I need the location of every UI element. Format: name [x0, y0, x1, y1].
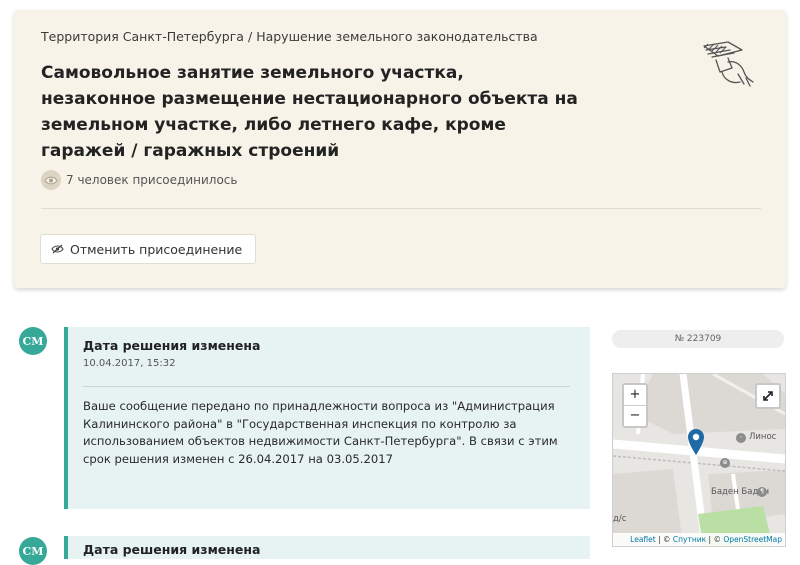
- location-pin-icon[interactable]: [687, 428, 705, 460]
- attribution-separator: | ©: [655, 535, 673, 544]
- issue-title: Самовольное занятие земельного участка, …: [41, 63, 578, 161]
- event-timestamp: 10.04.2017, 15:32: [83, 358, 176, 369]
- unjoin-button-label: Отменить присоединение: [70, 241, 243, 257]
- expand-icon: [762, 387, 774, 406]
- event-title: Дата решения изменена: [83, 542, 261, 557]
- avatar: СМ: [19, 537, 47, 565]
- map-label-cut: д/с: [613, 514, 627, 524]
- eye-icon: [41, 170, 61, 190]
- sputnik-link[interactable]: Спутник: [673, 535, 706, 544]
- joined-count-label: 7 человек присоединилось: [66, 173, 238, 187]
- breadcrumb: Территория Санкт-Петербурга / Нарушение зе…: [41, 29, 538, 44]
- leaflet-link[interactable]: Leaflet: [630, 535, 656, 544]
- land-violation-illustration-icon: [698, 38, 756, 96]
- fullscreen-button[interactable]: [755, 383, 781, 409]
- event-divider: [83, 386, 570, 387]
- map-zoom-control: + −: [622, 383, 648, 428]
- openstreetmap-link[interactable]: OpenStreetMap: [723, 535, 785, 544]
- joined-count: 7 человек присоединилось: [41, 170, 237, 190]
- breadcrumb-category[interactable]: Нарушение земельного законодательства: [256, 29, 537, 44]
- breadcrumb-separator: /: [247, 29, 253, 44]
- zoom-in-button[interactable]: +: [624, 385, 646, 406]
- transit-stop-icon: ⊕: [720, 458, 730, 468]
- metro-icon: ◦: [736, 433, 746, 443]
- attribution-separator: | ©: [706, 535, 724, 544]
- timeline-event: Дата решения изменена 10.04.2017, 15:32 …: [64, 327, 590, 509]
- card-divider: [41, 208, 761, 209]
- location-map[interactable]: + − ⊕ ◦ Линос Баден Баден ¶ д/с Leaflet |…: [612, 373, 786, 547]
- event-message: Ваше сообщение передано по принадлежност…: [83, 399, 558, 466]
- map-attribution: Leaflet | © Спутник | © OpenStreetMap: [613, 533, 785, 546]
- issue-card: Территория Санкт-Петербурга / Нарушение зе…: [14, 10, 786, 288]
- event-title: Дата решения изменена: [83, 338, 261, 353]
- avatar: СМ: [19, 327, 47, 355]
- eye-slash-icon: [51, 242, 64, 257]
- zoom-out-button[interactable]: −: [624, 406, 646, 426]
- map-label-street: ◦ Линос: [736, 432, 776, 443]
- issue-number-badge: № 223709: [612, 330, 784, 348]
- breadcrumb-region[interactable]: Территория Санкт-Петербурга: [41, 29, 244, 44]
- unjoin-button[interactable]: Отменить присоединение: [40, 234, 257, 264]
- restaurant-icon: ¶: [757, 487, 767, 497]
- map-label-street-text: Линос: [749, 432, 777, 442]
- timeline-event: Дата решения изменена: [64, 536, 590, 559]
